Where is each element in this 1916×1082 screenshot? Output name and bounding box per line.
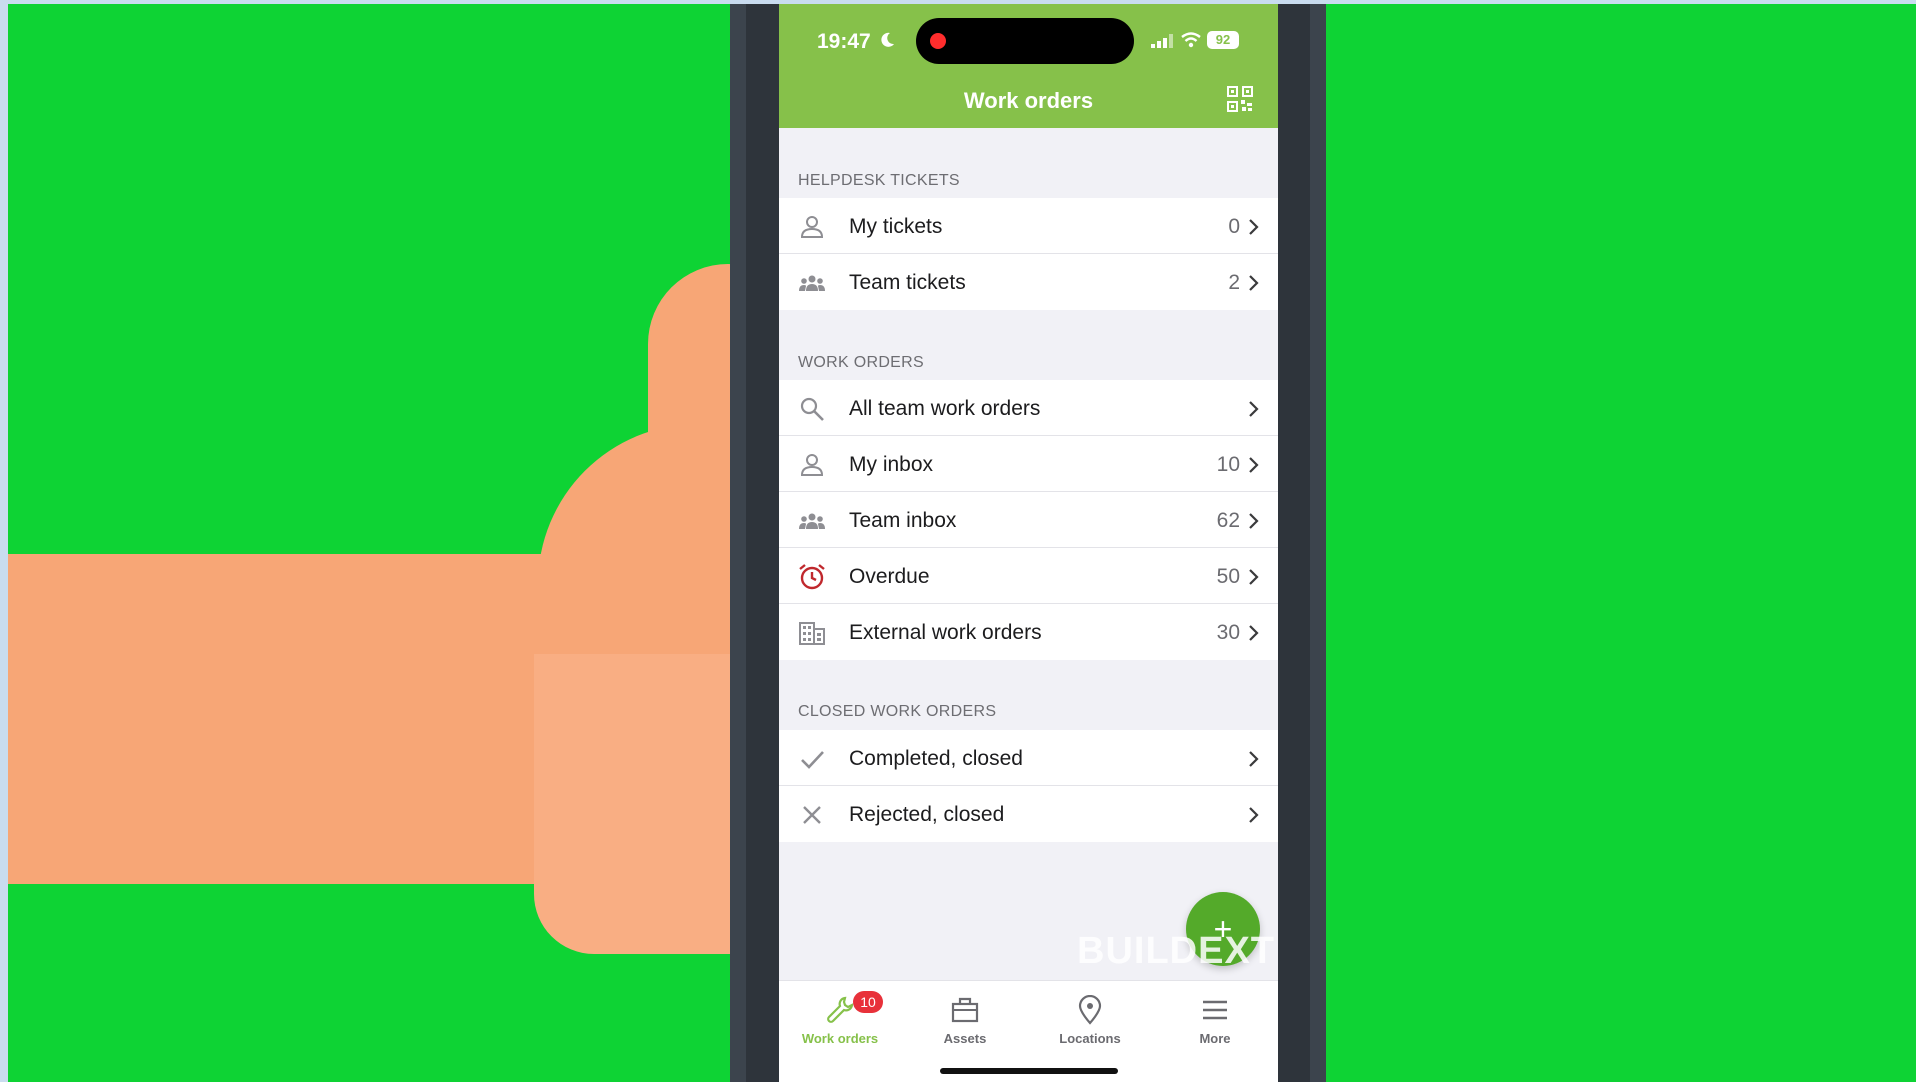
chevron-right-icon <box>1249 807 1259 823</box>
toolbox-icon <box>951 997 979 1023</box>
row-count: 0 <box>1228 215 1240 238</box>
chevron-right-icon <box>1249 513 1259 529</box>
watermark: BUILDEXT <box>1077 930 1275 972</box>
row-completed-closed[interactable]: Completed, closed <box>779 730 1278 786</box>
app-header: 19:47 92 Work orders <box>779 4 1278 128</box>
battery-indicator: 92 <box>1207 31 1239 49</box>
person-icon <box>800 454 824 476</box>
close-x-icon <box>803 806 821 824</box>
tab-more[interactable]: More <box>1160 995 1270 1046</box>
row-rejected-closed[interactable]: Rejected, closed <box>779 786 1278 842</box>
cellular-signal-icon <box>1151 34 1173 48</box>
row-label: Team tickets <box>849 271 966 294</box>
closed-work-orders-list: Completed, closed Rejected, closed <box>779 730 1278 842</box>
chevron-right-icon <box>1249 401 1259 417</box>
row-label: Team inbox <box>849 509 957 532</box>
chevron-right-icon <box>1249 457 1259 473</box>
row-all-team-work-orders[interactable]: All team work orders <box>779 380 1278 436</box>
tab-label: Assets <box>943 1031 987 1046</box>
row-label: Rejected, closed <box>849 803 1005 826</box>
bottom-tab-bar: 10 Work orders Assets Locations More <box>779 980 1278 1082</box>
work-orders-list: All team work orders My inbox 10 Team in… <box>779 380 1278 660</box>
section-header-work-orders: WORK ORDERS <box>798 354 924 371</box>
building-icon <box>799 622 825 645</box>
row-count: 2 <box>1228 271 1240 294</box>
chevron-right-icon <box>1249 625 1259 641</box>
chevron-right-icon <box>1249 219 1259 235</box>
row-count: 30 <box>1216 621 1240 644</box>
dynamic-island <box>916 18 1134 64</box>
row-overdue[interactable]: Overdue 50 <box>779 548 1278 604</box>
row-external-work-orders[interactable]: External work orders 30 <box>779 604 1278 660</box>
tab-assets[interactable]: Assets <box>910 995 1020 1046</box>
tab-label: Locations <box>1059 1031 1121 1046</box>
page-title: Work orders <box>963 88 1094 113</box>
location-pin-icon <box>1078 995 1102 1025</box>
menu-icon <box>1203 1000 1227 1020</box>
section-header-closed: CLOSED WORK ORDERS <box>798 703 997 720</box>
wifi-icon <box>1181 32 1201 48</box>
person-icon <box>800 216 824 238</box>
row-my-inbox[interactable]: My inbox 10 <box>779 436 1278 492</box>
recording-indicator-icon <box>930 33 946 49</box>
phone-screen: 19:47 92 Work orders HELPDESK TICKETS My… <box>779 4 1278 1082</box>
chevron-right-icon <box>1249 569 1259 585</box>
row-count: 62 <box>1216 509 1240 532</box>
tab-label: More <box>1199 1031 1231 1046</box>
row-label: All team work orders <box>849 397 1041 420</box>
status-time: 19:47 <box>817 30 871 53</box>
row-team-tickets[interactable]: Team tickets 2 <box>779 254 1278 310</box>
moon-icon <box>881 32 894 47</box>
wrench-icon <box>827 996 854 1023</box>
row-count: 50 <box>1216 565 1240 588</box>
alarm-clock-icon <box>799 564 825 590</box>
work-orders-badge: 10 <box>853 991 883 1013</box>
chevron-right-icon <box>1249 751 1259 767</box>
row-label: Completed, closed <box>849 747 1023 770</box>
helpdesk-list: My tickets 0 Team tickets 2 <box>779 198 1278 310</box>
row-label: Overdue <box>849 565 930 588</box>
group-icon <box>799 275 825 291</box>
row-count: 10 <box>1216 453 1240 476</box>
home-indicator <box>940 1068 1118 1074</box>
row-team-inbox[interactable]: Team inbox 62 <box>779 492 1278 548</box>
row-label: My tickets <box>849 215 943 238</box>
tab-label: Work orders <box>801 1031 879 1046</box>
tab-work-orders[interactable]: 10 Work orders <box>785 991 895 1046</box>
row-label: My inbox <box>849 453 934 476</box>
group-icon <box>799 513 825 529</box>
qr-code-scan-icon[interactable] <box>1227 86 1253 112</box>
section-header-helpdesk: HELPDESK TICKETS <box>798 172 960 189</box>
search-icon <box>800 397 824 421</box>
row-label: External work orders <box>849 621 1042 644</box>
checkmark-icon <box>801 751 824 769</box>
row-my-tickets[interactable]: My tickets 0 <box>779 198 1278 254</box>
chevron-right-icon <box>1249 275 1259 291</box>
tab-locations[interactable]: Locations <box>1035 995 1145 1046</box>
